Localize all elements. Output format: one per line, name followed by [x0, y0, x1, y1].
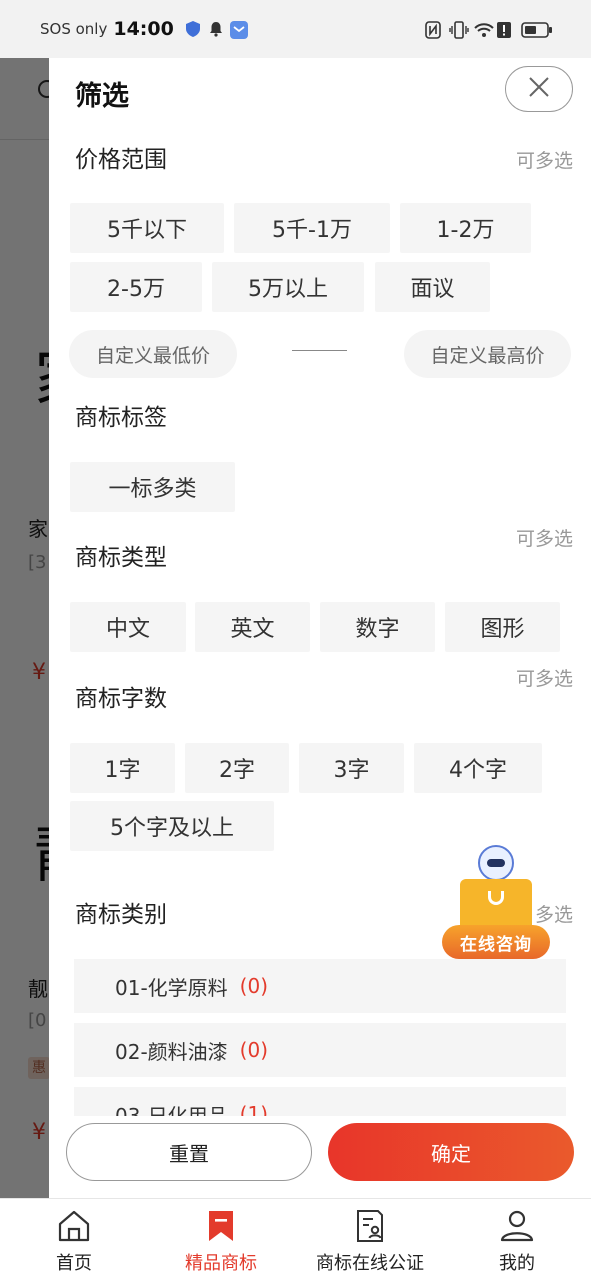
price-chip-negotiable[interactable]: 面议 — [375, 262, 490, 312]
max-price-input[interactable]: 自定义最高价 — [404, 330, 571, 378]
min-price-input[interactable]: 自定义最低价 — [69, 330, 237, 378]
status-right — [425, 21, 553, 39]
category-name: 02-颜料油漆 — [115, 1039, 228, 1064]
robot-icon — [478, 845, 514, 881]
wifi-icon — [473, 21, 494, 37]
count-section-title: 商标字数 — [75, 686, 167, 712]
shield-icon — [185, 21, 202, 37]
multi-select-hint: 可多选 — [515, 150, 573, 172]
category-name: 01-化学原料 — [115, 975, 228, 1000]
tab-home[interactable]: 首页 — [43, 1199, 105, 1280]
filter-drawer: 筛选 价格范围 可多选 5千以下 5千-1万 1-2万 2-5万 5万以上 面议… — [49, 58, 591, 1198]
category-item[interactable]: 01-化学原料 (0) — [74, 959, 566, 1013]
nfc-icon — [425, 21, 441, 39]
consult-label: 在线咨询 — [442, 925, 550, 959]
type-chip-chinese[interactable]: 中文 — [70, 602, 186, 652]
battery-icon — [521, 21, 553, 38]
close-icon — [527, 75, 551, 103]
document-user-icon — [351, 1207, 389, 1245]
category-count: (0) — [239, 1038, 269, 1062]
drawer-footer: 重置 确定 — [49, 1116, 591, 1198]
shopping-bag-icon — [460, 879, 532, 931]
tab-label: 精品商标 — [185, 1253, 257, 1274]
tab-mine[interactable]: 我的 — [487, 1199, 547, 1280]
status-bar: SOS only 14:00 — [0, 0, 591, 58]
price-chip-5k-10k[interactable]: 5千-1万 — [234, 203, 390, 253]
status-left: SOS only 14:00 — [40, 18, 248, 40]
home-icon — [55, 1207, 93, 1245]
multi-select-hint: 可多选 — [515, 668, 573, 690]
bell-icon — [208, 21, 224, 37]
count-chip-4[interactable]: 4个字 — [414, 743, 542, 793]
tab-label: 我的 — [499, 1253, 535, 1274]
range-separator — [292, 350, 347, 351]
carrier-text: SOS only — [40, 20, 108, 38]
bag-handle — [488, 891, 504, 905]
bookmark-icon — [202, 1207, 240, 1245]
price-chip-10k-20k[interactable]: 1-2万 — [400, 203, 531, 253]
category-item[interactable]: 02-颜料油漆 (0) — [74, 1023, 566, 1077]
vibrate-icon — [449, 21, 469, 39]
tab-premium-trademarks[interactable]: 精品商标 — [176, 1199, 266, 1280]
drawer-title: 筛选 — [75, 81, 129, 112]
tag-section-title: 商标标签 — [75, 405, 167, 431]
price-chip-under-5k[interactable]: 5千以下 — [70, 203, 224, 253]
signal-alert-icon — [497, 21, 513, 38]
price-chip-over-50k[interactable]: 5万以上 — [212, 262, 364, 312]
type-chip-number[interactable]: 数字 — [320, 602, 435, 652]
tab-label: 首页 — [56, 1253, 92, 1274]
price-section-title: 价格范围 — [75, 147, 167, 173]
tag-chip-multi-class[interactable]: 一标多类 — [70, 462, 235, 512]
count-chip-3[interactable]: 3字 — [299, 743, 404, 793]
app-notification-icon — [229, 21, 248, 39]
count-chip-5-plus[interactable]: 5个字及以上 — [70, 801, 274, 851]
online-consult-widget[interactable]: 在线咨询 — [442, 845, 550, 963]
multi-select-hint: 可多选 — [515, 528, 573, 550]
count-chip-2[interactable]: 2字 — [185, 743, 289, 793]
tab-label: 商标在线公证 — [316, 1253, 424, 1274]
category-count: (0) — [239, 974, 269, 998]
bottom-tab-bar: 首页 精品商标 商标在线公证 我的 — [0, 1198, 591, 1280]
count-chip-1[interactable]: 1字 — [70, 743, 175, 793]
type-chip-graphic[interactable]: 图形 — [445, 602, 560, 652]
close-button[interactable] — [505, 66, 573, 112]
type-chip-english[interactable]: 英文 — [195, 602, 310, 652]
confirm-button[interactable]: 确定 — [328, 1123, 574, 1181]
price-chip-20k-50k[interactable]: 2-5万 — [70, 262, 202, 312]
clock: 14:00 — [113, 18, 174, 40]
user-icon — [498, 1207, 536, 1245]
type-section-title: 商标类型 — [75, 545, 167, 571]
category-section-title: 商标类别 — [75, 902, 167, 928]
tab-online-notarization[interactable]: 商标在线公证 — [308, 1199, 432, 1280]
reset-button[interactable]: 重置 — [66, 1123, 312, 1181]
